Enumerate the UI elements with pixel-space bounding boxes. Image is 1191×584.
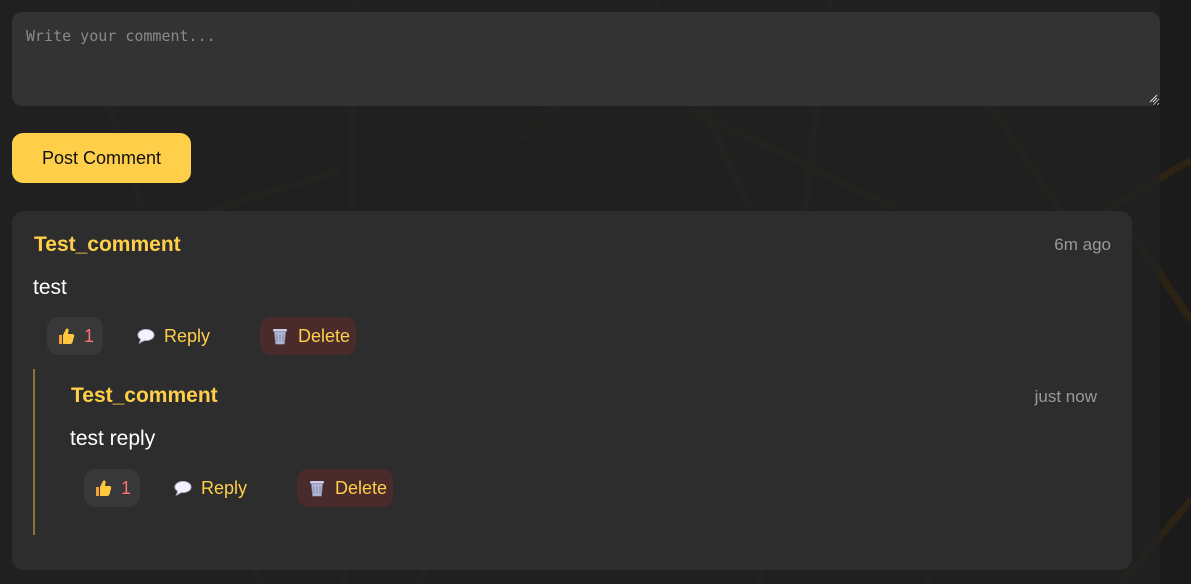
- delete-button[interactable]: Delete: [260, 317, 357, 355]
- speech-bubble-icon: [136, 326, 156, 346]
- wastebasket-icon: [307, 478, 327, 498]
- thumbs-up-icon: [93, 478, 113, 498]
- reply-button[interactable]: Reply: [169, 469, 251, 507]
- reply-label: Reply: [201, 477, 248, 498]
- reply-label: Reply: [164, 325, 211, 346]
- wastebasket-icon: [270, 326, 290, 346]
- comments-section: Post Comment Test_comment 6m ago test 1 …: [0, 0, 1191, 584]
- delete-button[interactable]: Delete: [297, 469, 394, 507]
- comment-timestamp: 6m ago: [1054, 235, 1111, 254]
- reply-text: test reply: [70, 427, 156, 450]
- reply-timestamp: just now: [1034, 387, 1097, 406]
- like-button[interactable]: 1: [84, 469, 141, 507]
- comment-text: test: [33, 276, 67, 299]
- like-button[interactable]: 1: [47, 317, 104, 355]
- post-comment-button[interactable]: Post Comment: [12, 133, 191, 183]
- like-count: 1: [84, 325, 95, 346]
- reply-thread-line: [33, 369, 35, 535]
- resize-grip-icon[interactable]: [1148, 93, 1158, 103]
- thumbs-up-icon: [56, 326, 76, 346]
- delete-label: Delete: [335, 477, 388, 498]
- comment-author: Test_comment: [34, 233, 181, 256]
- reply-author: Test_comment: [71, 384, 218, 407]
- comment-input[interactable]: [12, 12, 1160, 106]
- delete-label: Delete: [298, 325, 351, 346]
- like-count: 1: [121, 477, 132, 498]
- speech-bubble-icon: [173, 478, 193, 498]
- reply-button[interactable]: Reply: [132, 317, 214, 355]
- comment-card: Test_comment 6m ago test 1 Reply Delete …: [12, 211, 1132, 570]
